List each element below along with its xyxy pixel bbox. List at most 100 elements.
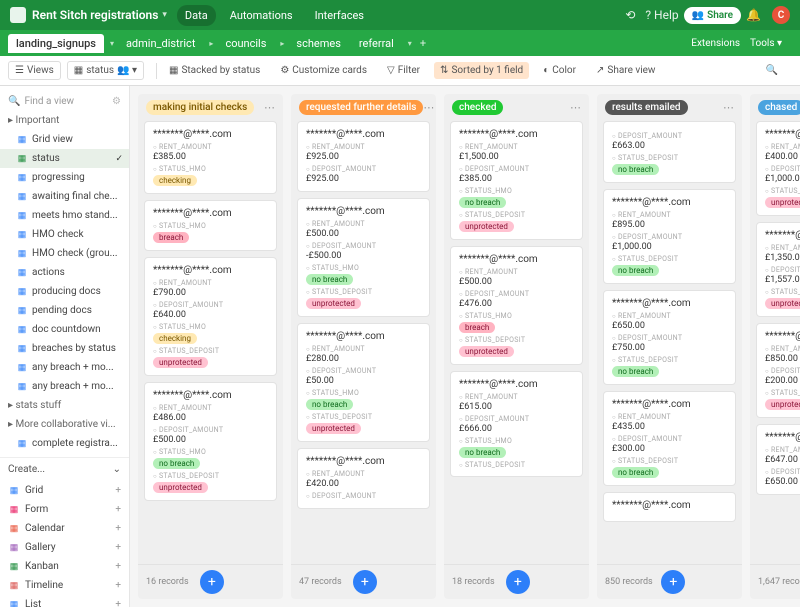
add-table-button[interactable]: + xyxy=(420,37,426,50)
kanban-card[interactable]: *******@****.comRENT_AMOUNT£895.00DEPOSI… xyxy=(603,189,736,284)
add-card-button[interactable]: + xyxy=(200,570,224,594)
sidebar-section[interactable]: ▸ Important xyxy=(0,111,129,130)
view-item[interactable]: ▦any breach + mo... xyxy=(0,377,129,396)
nav-data[interactable]: Data xyxy=(177,5,216,26)
filter-button[interactable]: ▽ Filter xyxy=(381,62,426,79)
customize-button[interactable]: ⚙ Customize cards xyxy=(274,62,373,79)
record-count: 1,647 records xyxy=(758,577,800,587)
kanban-card[interactable]: *******@RENT_AMO£400.00DEPOSIT_AM£1,000.… xyxy=(756,121,800,216)
status-button[interactable]: ▦ status 👥 ▾ xyxy=(67,61,144,80)
table-tab[interactable]: referral xyxy=(351,34,402,53)
color-button[interactable]: ◐ Color xyxy=(537,62,582,79)
sidebar-section[interactable]: ▸ More collaborative vi... xyxy=(0,415,129,434)
view-item[interactable]: ▦breaches by status xyxy=(0,339,129,358)
view-item[interactable]: ▦meets hmo stand... xyxy=(0,206,129,225)
extensions-button[interactable]: Extensions xyxy=(691,38,740,49)
kanban-card[interactable]: *******@****.com xyxy=(603,492,736,522)
kanban-card[interactable]: *******@RENT_AMO£647.00DEPOSIT_AM£650.00 xyxy=(756,424,800,495)
kanban-card[interactable]: *******@****.comRENT_AMOUNT£420.00DEPOSI… xyxy=(297,448,430,509)
view-item[interactable]: ▦HMO check (grou... xyxy=(0,244,129,263)
search-icon[interactable]: 🔍 xyxy=(760,62,784,79)
column-menu[interactable]: ⋯ xyxy=(570,101,581,114)
add-card-button[interactable]: + xyxy=(353,570,377,594)
kanban-card[interactable]: *******@****.comSTATUS_HMObreach xyxy=(144,200,277,251)
column-title: results emailed xyxy=(605,100,688,115)
kanban-card[interactable]: *******@****.comRENT_AMOUNT£500.00DEPOSI… xyxy=(297,198,430,317)
record-count: 16 records xyxy=(146,577,189,587)
table-tab[interactable]: councils xyxy=(217,34,274,53)
kanban-card[interactable]: *******@****.comRENT_AMOUNT£435.00DEPOSI… xyxy=(603,391,736,486)
view-item[interactable]: ▦HMO check xyxy=(0,225,129,244)
table-tab-bar: landing_signups ▾ admin_district ▸ counc… xyxy=(0,30,800,56)
view-toolbar: ☰ Views ▦ status 👥 ▾ ▦ Stacked by status… xyxy=(0,56,800,86)
record-count: 18 records xyxy=(452,577,495,587)
kanban-column: results emailed ⋯ DEPOSIT_AMOUNT£663.00STA… xyxy=(597,94,742,599)
user-avatar[interactable]: C xyxy=(772,6,790,24)
view-item[interactable]: ▦any breach + mo... xyxy=(0,358,129,377)
tools-button[interactable]: Tools ▾ xyxy=(750,38,782,49)
history-icon[interactable]: ⟲ xyxy=(625,8,635,22)
kanban-card[interactable]: *******@****.comRENT_AMOUNT£1,500.00DEPO… xyxy=(450,121,583,240)
sort-button[interactable]: ⇅ Sorted by 1 field xyxy=(434,62,529,79)
kanban-card[interactable]: *******@****.comRENT_AMOUNT£615.00DEPOSI… xyxy=(450,371,583,477)
stacked-button[interactable]: ▦ Stacked by status xyxy=(163,62,266,79)
record-count: 850 records xyxy=(605,577,653,587)
table-tab[interactable]: landing_signups xyxy=(8,34,104,53)
view-item[interactable]: ▦progressing xyxy=(0,168,129,187)
view-item[interactable]: ▦producing docs xyxy=(0,282,129,301)
bell-icon[interactable]: 🔔 xyxy=(746,8,761,22)
add-card-button[interactable]: + xyxy=(661,570,685,594)
create-item[interactable]: ▦Kanban+ xyxy=(0,557,129,576)
kanban-card[interactable]: *******@****.comRENT_AMOUNT£650.00DEPOSI… xyxy=(603,290,736,385)
chevron-down-icon[interactable]: ▾ xyxy=(162,10,167,20)
app-logo[interactable] xyxy=(10,7,26,23)
kanban-card[interactable]: *******@****.comRENT_AMOUNT£790.00DEPOSI… xyxy=(144,257,277,376)
create-item[interactable]: ▦Timeline+ xyxy=(0,576,129,595)
view-item[interactable]: ▦pending docs xyxy=(0,301,129,320)
table-tab[interactable]: admin_district xyxy=(118,34,203,53)
kanban-card[interactable]: DEPOSIT_AMOUNT£663.00STATUS_DEPOSITno br… xyxy=(603,121,736,183)
kanban-column: checked ⋯ *******@****.comRENT_AMOUNT£1,50… xyxy=(444,94,589,599)
sidebar-section[interactable]: ▸ stats stuff xyxy=(0,396,129,415)
nav-interfaces[interactable]: Interfaces xyxy=(307,5,372,26)
base-title[interactable]: Rent Sitch registrations xyxy=(32,8,158,22)
view-item[interactable]: ▦awaiting final che... xyxy=(0,187,129,206)
column-menu[interactable]: ⋯ xyxy=(723,101,734,114)
view-item[interactable]: ▦status✓ xyxy=(0,149,129,168)
share-view-button[interactable]: ↗ Share view xyxy=(590,62,661,79)
column-title: making initial checks xyxy=(146,100,254,115)
create-item[interactable]: ▦Calendar+ xyxy=(0,519,129,538)
column-menu[interactable]: ⋯ xyxy=(264,101,275,114)
kanban-column: chased⋯*******@RENT_AMO£400.00DEPOSIT_AM… xyxy=(750,94,800,599)
create-item[interactable]: ▦Grid+ xyxy=(0,481,129,500)
view-item[interactable]: ▦actions xyxy=(0,263,129,282)
share-button[interactable]: 👥 Share xyxy=(684,7,741,24)
create-item[interactable]: ▦Form+ xyxy=(0,500,129,519)
create-item[interactable]: ▦Gallery+ xyxy=(0,538,129,557)
find-view-input[interactable]: 🔍 Find a view⚙ xyxy=(0,92,129,111)
chevron-down-icon[interactable]: ▾ xyxy=(408,39,412,48)
kanban-card[interactable]: *******@****.comRENT_AMOUNT£925.00DEPOSI… xyxy=(297,121,430,192)
column-title: chased xyxy=(758,100,800,115)
column-title: checked xyxy=(452,100,503,115)
nav-automations[interactable]: Automations xyxy=(222,5,301,26)
kanban-card[interactable]: *******@****.comRENT_AMOUNT£486.00DEPOSI… xyxy=(144,382,277,501)
kanban-card[interactable]: *******@****.comRENT_AMOUNT£385.00STATUS… xyxy=(144,121,277,194)
kanban-card[interactable]: *******@RENT_AMO£850.00DEPOSIT_AM£200.00… xyxy=(756,323,800,418)
kanban-column: requested further details⋯*******@****.c… xyxy=(291,94,436,599)
kanban-card[interactable]: *******@RENT_AMO£1,350.00DEPOSIT_AM£1,55… xyxy=(756,222,800,317)
kanban-card[interactable]: *******@****.comRENT_AMOUNT£500.00DEPOSI… xyxy=(450,246,583,365)
view-item[interactable]: ▦doc countdown xyxy=(0,320,129,339)
table-tab[interactable]: schemes xyxy=(288,34,348,53)
view-item[interactable]: ▦complete registra... xyxy=(0,434,129,453)
views-button[interactable]: ☰ Views xyxy=(8,61,61,80)
add-card-button[interactable]: + xyxy=(506,570,530,594)
help-button[interactable]: ? Help xyxy=(645,8,678,22)
column-menu[interactable]: ⋯ xyxy=(423,101,434,114)
create-item[interactable]: ▦List+ xyxy=(0,595,129,607)
gear-icon[interactable]: ⚙ xyxy=(112,96,121,107)
create-section[interactable]: Create...⌄ xyxy=(0,457,129,481)
view-item[interactable]: ▦Grid view xyxy=(0,130,129,149)
chevron-down-icon[interactable]: ▾ xyxy=(110,39,114,48)
kanban-card[interactable]: *******@****.comRENT_AMOUNT£280.00DEPOSI… xyxy=(297,323,430,442)
